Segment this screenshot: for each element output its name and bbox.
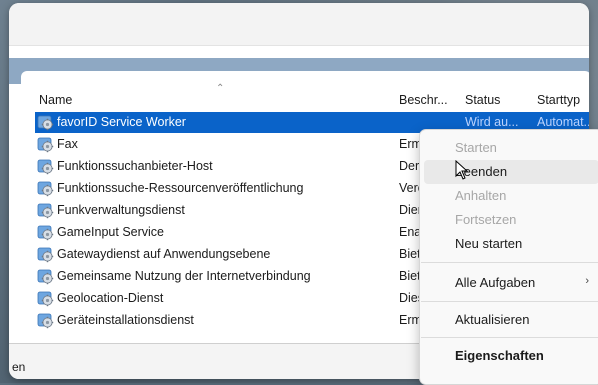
menu-item-label: Eigenschaften: [455, 348, 544, 363]
service-name: Funktionssuchanbieter-Host: [57, 159, 213, 173]
gear-icon: [37, 268, 54, 285]
menu-item-label: Alle Aufgaben: [455, 275, 536, 290]
column-header-description[interactable]: Beschr...: [399, 93, 448, 107]
menu-item-label: Fortsetzen: [455, 212, 517, 227]
menu-item-all-tasks[interactable]: Alle Aufgaben ›: [420, 271, 598, 295]
toolbar-area: [9, 3, 589, 45]
service-description: Biet: [399, 247, 421, 261]
menu-item-pause[interactable]: Anhalten: [420, 184, 598, 208]
menu-item-label: Anhalten: [455, 188, 507, 203]
gear-icon: [37, 312, 54, 329]
menu-item-label: Aktualisieren: [455, 312, 530, 327]
menu-item-stop[interactable]: Beenden: [424, 160, 598, 184]
gear-icon: [37, 224, 54, 241]
service-startup-type: Automat...: [537, 115, 589, 129]
gear-icon: [37, 246, 54, 263]
chevron-right-icon: ›: [585, 275, 589, 287]
service-name: GameInput Service: [57, 225, 164, 239]
service-name: Gemeinsame Nutzung der Internetverbindun…: [57, 269, 311, 283]
column-header-status[interactable]: Status: [465, 93, 500, 107]
menu-item-restart[interactable]: Neu starten: [420, 232, 598, 256]
menu-item-resume[interactable]: Fortsetzen: [420, 208, 598, 232]
service-name: Fax: [57, 137, 78, 151]
service-description: Biet: [399, 269, 421, 283]
service-name: Geräteinstallationsdienst: [57, 313, 194, 327]
service-name: Funktionssuche-Ressourcenveröffentlichun…: [57, 181, 304, 195]
status-bar-text: en: [12, 360, 26, 374]
menu-separator: [421, 337, 598, 338]
context-menu: Starten Beenden Anhalten Fortsetzen Neu …: [419, 129, 598, 385]
gear-icon: [37, 136, 54, 153]
menu-item-properties[interactable]: Eigenschaften: [420, 344, 598, 368]
gear-icon: [37, 202, 54, 219]
gear-icon: [37, 180, 54, 197]
gear-icon: [37, 114, 54, 131]
menu-separator: [421, 262, 598, 263]
service-name: Geolocation-Dienst: [57, 291, 164, 305]
gear-icon: [37, 158, 54, 175]
menu-item-start[interactable]: Starten: [420, 136, 598, 160]
gear-icon: [37, 290, 54, 307]
menu-item-label: Starten: [455, 140, 497, 155]
service-name: favorID Service Worker: [57, 115, 186, 129]
column-header-name[interactable]: Name: [39, 93, 72, 107]
menu-item-refresh[interactable]: Aktualisieren: [420, 308, 598, 332]
mouse-pointer-icon: [455, 160, 469, 180]
service-description: Ena: [399, 225, 422, 239]
service-name: Funkverwaltungsdienst: [57, 203, 185, 217]
menu-item-label: Neu starten: [455, 236, 523, 251]
column-header-startup-type[interactable]: Starttyp: [537, 93, 580, 107]
menu-separator: [421, 301, 598, 302]
service-name: Gatewaydienst auf Anwendungsebene: [57, 247, 271, 261]
toolbar-divider: [9, 45, 589, 46]
service-description: Der: [399, 159, 420, 173]
column-header-row: Name Beschr... Status Starttyp: [21, 93, 589, 113]
service-status: Wird au...: [465, 115, 519, 129]
